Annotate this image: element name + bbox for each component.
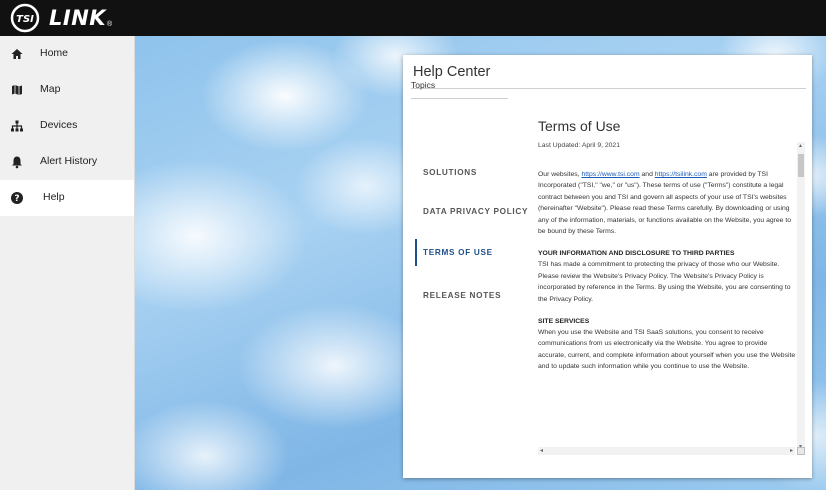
logo-text: LINK (49, 6, 107, 30)
last-updated: Last Updated: April 9, 2021 (538, 142, 620, 149)
topics-label: Topics (411, 80, 436, 90)
sidebar-item-map[interactable]: Map (0, 72, 134, 108)
tab-release-notes[interactable]: RELEASE NOTES (415, 291, 501, 300)
sidebar-item-label: Devices (40, 119, 78, 131)
intro-text: and (639, 171, 655, 178)
section-body: When you use the Website and TSI SaaS so… (538, 329, 796, 371)
tsi-website-link[interactable]: https://www.tsi.com (581, 171, 639, 178)
bell-icon (12, 156, 22, 169)
tab-data-privacy-policy[interactable]: DATA PRIVACY POLICY (415, 207, 528, 216)
tab-solutions[interactable]: SOLUTIONS (415, 168, 477, 177)
divider (411, 98, 508, 99)
horizontal-scrollbar[interactable]: ◂ ▸ (538, 447, 795, 455)
tsi-link-logo[interactable]: TSI LINK ® (10, 3, 112, 33)
vertical-scrollbar[interactable]: ▲ ▼ (797, 142, 805, 451)
scroll-up-arrow-icon[interactable]: ▲ (798, 143, 803, 149)
scroll-corner (797, 447, 805, 455)
svg-text:?: ? (14, 194, 19, 204)
panel-title: Help Center (413, 64, 491, 80)
intro-text: Our websites, (538, 171, 582, 178)
tab-terms-of-use[interactable]: TERMS OF USE (415, 239, 493, 266)
tsi-logo-icon: TSI (10, 3, 40, 33)
intro-paragraph: Our websites, https://www.tsi.com and ht… (538, 169, 796, 237)
sidebar-item-label: Alert History (40, 155, 98, 167)
devices-icon (11, 120, 23, 132)
section-heading: YOUR INFORMATION AND DISCLOSURE TO THIRD… (538, 250, 735, 258)
sidebar-item-alert-history[interactable]: Alert History (0, 144, 134, 180)
intro-text: are provided by TSI Incorporated ("TSI,"… (538, 171, 792, 236)
tsilink-website-link[interactable]: https://tsilink.com (655, 171, 707, 178)
doc-title: Terms of Use (538, 118, 621, 134)
scroll-thumb[interactable] (798, 154, 804, 177)
home-icon (11, 49, 23, 59)
logo-registered-mark: ® (107, 20, 113, 28)
scroll-left-arrow-icon[interactable]: ◂ (540, 447, 543, 455)
sidebar-item-help[interactable]: ? Help (0, 180, 134, 216)
sidebar: Home Map Devices Alert History ? Help (0, 36, 135, 490)
sidebar-item-devices[interactable]: Devices (0, 108, 134, 144)
help-center-panel: Help Center Topics SOLUTIONS DATA PRIVAC… (403, 55, 812, 478)
divider (411, 88, 806, 89)
section-body: TSI has made a commitment to protecting … (538, 261, 791, 303)
map-icon (12, 85, 22, 95)
top-bar: TSI LINK ® (0, 0, 826, 36)
sidebar-item-label: Home (40, 47, 69, 59)
terms-content[interactable]: Terms of Use Last Updated: April 9, 2021… (538, 118, 796, 473)
sidebar-item-label: Map (40, 83, 61, 95)
sidebar-item-label: Help (43, 191, 65, 203)
help-icon: ? (11, 192, 23, 204)
scroll-right-arrow-icon[interactable]: ▸ (790, 447, 793, 455)
sidebar-item-home[interactable]: Home (0, 36, 134, 72)
section-heading: SITE SERVICES (538, 318, 590, 326)
svg-text:TSI: TSI (16, 14, 34, 25)
